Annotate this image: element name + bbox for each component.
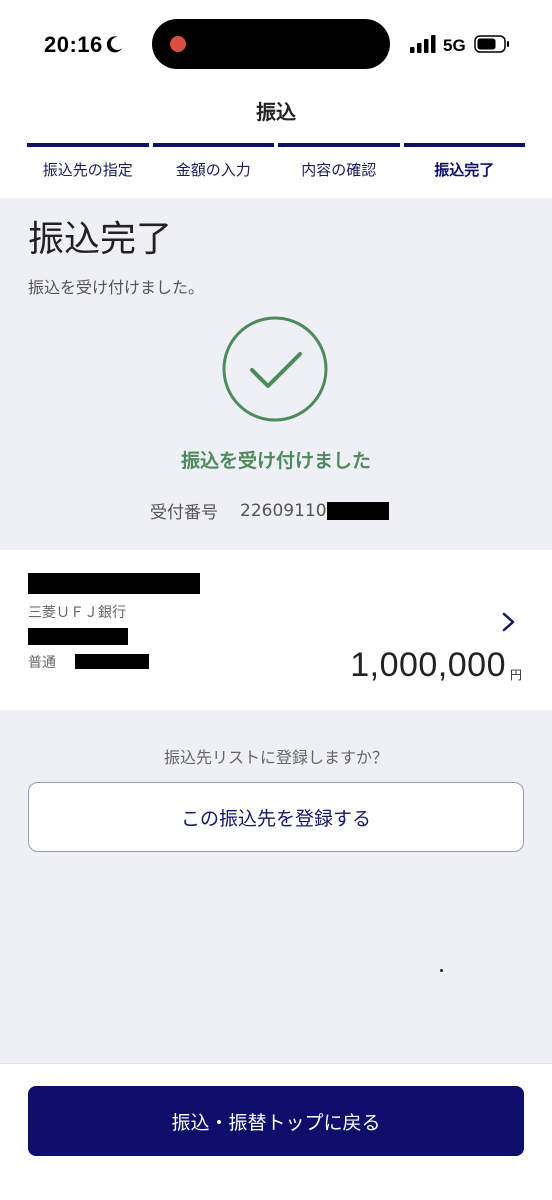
account-type: 普通 xyxy=(28,655,56,671)
register-question: 振込先リストに登録しますか？ xyxy=(163,748,388,767)
completion-message: 振込を受け付けました xyxy=(180,450,371,472)
status-bar: 20:16 5G xyxy=(0,0,552,90)
step-indicator: 振込先の指定 金額の入力 内容の確認 振込完了 xyxy=(27,143,525,198)
back-to-transfer-top-button[interactable]: 振込・振替トップに戻る xyxy=(28,1086,524,1156)
recipient-account-card[interactable]: 三菱ＵＦＪ銀行 普通 1,000,000 円 xyxy=(0,550,552,710)
redacted-recipient-name xyxy=(28,573,200,594)
register-payee-button[interactable]: この振込先を登録する xyxy=(28,782,524,852)
redacted-branch-name xyxy=(28,628,128,645)
moon-icon xyxy=(106,36,122,53)
step-complete: 振込完了 xyxy=(403,143,525,198)
step-amount: 金額の入力 xyxy=(152,143,274,198)
completion-section: 振込完了 振込を受け付けました。 振込を受け付けました 受付番号 2260911… xyxy=(0,198,552,550)
bottom-action-bar: 振込・振替トップに戻る xyxy=(0,1063,552,1200)
completion-subtext: 振込を受け付けました。 xyxy=(28,278,205,297)
page-title: 振込 xyxy=(256,100,296,124)
stray-dot xyxy=(440,969,443,972)
signal-icon xyxy=(410,35,436,53)
receipt-label: 受付番号 xyxy=(150,503,218,523)
status-time: 20:16 xyxy=(44,32,103,57)
redacted-account-number xyxy=(75,654,149,669)
page-header: 振込 振込先の指定 金額の入力 内容の確認 振込完了 xyxy=(0,90,552,198)
network-type: 5G xyxy=(443,36,466,55)
bank-name: 三菱ＵＦＪ銀行 xyxy=(28,605,126,621)
currency-unit: 円 xyxy=(510,668,523,682)
recording-indicator xyxy=(170,36,186,52)
completion-heading: 振込完了 xyxy=(28,219,173,260)
receipt-number: 22609110 xyxy=(240,500,327,521)
battery-icon xyxy=(474,35,509,53)
step-confirm: 内容の確認 xyxy=(278,143,400,198)
chevron-right-icon[interactable] xyxy=(500,611,518,633)
check-circle-icon xyxy=(222,316,328,422)
step-recipient: 振込先の指定 xyxy=(27,143,149,198)
transfer-amount: 1,000,000 xyxy=(350,646,506,684)
dynamic-island xyxy=(152,19,390,69)
receipt-number-row: 受付番号 22609110 xyxy=(150,498,389,523)
redacted-receipt-suffix xyxy=(326,501,389,520)
